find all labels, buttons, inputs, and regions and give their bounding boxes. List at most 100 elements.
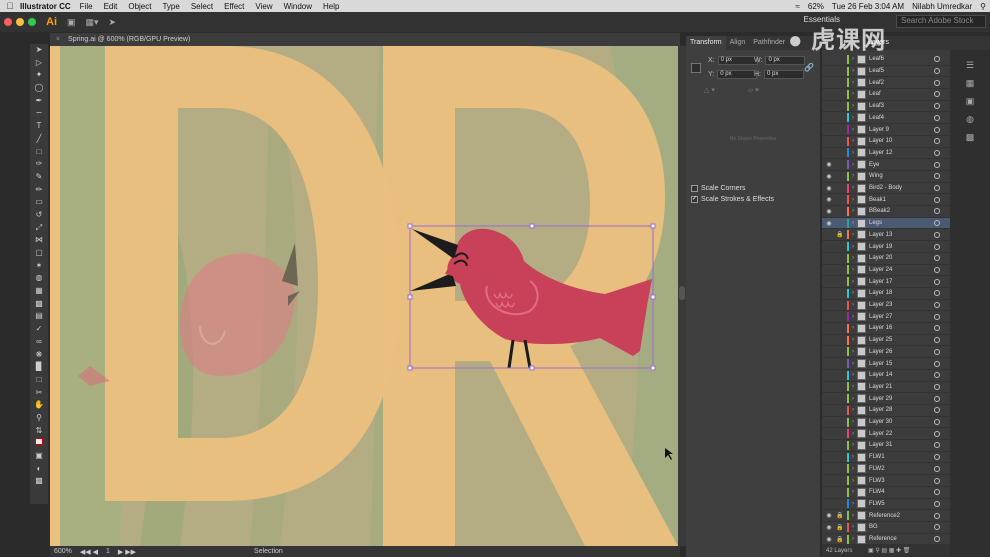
expand-arrow-icon[interactable]: › — [849, 150, 857, 156]
layer-row[interactable]: › Layer 25 — [822, 335, 950, 347]
expand-arrow-icon[interactable]: › — [849, 431, 857, 437]
shape-builder-tool-icon[interactable]: ◍ — [30, 272, 48, 285]
target-circle-icon[interactable] — [934, 383, 940, 390]
zoom-window-button[interactable] — [28, 18, 36, 26]
minimize-window-button[interactable] — [16, 18, 24, 26]
layer-name[interactable]: BBeak2 — [869, 208, 890, 214]
layer-name[interactable]: Layer 31 — [869, 442, 892, 448]
puppet-warp-tool-icon[interactable]: ✶ — [30, 260, 48, 273]
layer-name[interactable]: Layer 20 — [869, 255, 892, 261]
target-circle-icon[interactable] — [934, 243, 940, 250]
visibility-eye-icon[interactable]: ◉ — [822, 536, 836, 543]
layer-row[interactable]: › Layer 18 — [822, 288, 950, 300]
layer-row[interactable]: › Layer 10 — [822, 136, 950, 148]
layer-row[interactable]: › Leaf3 — [822, 101, 950, 113]
layer-name[interactable]: Layer 16 — [869, 325, 892, 331]
expand-arrow-icon[interactable]: › — [849, 127, 857, 133]
swap-fill-stroke-icon[interactable]: ⇅ — [30, 425, 48, 438]
target-circle-icon[interactable] — [934, 477, 940, 484]
expand-arrow-icon[interactable]: › — [849, 138, 857, 144]
layer-row[interactable]: › Leaf4 — [822, 113, 950, 125]
expand-arrow-icon[interactable]: › — [849, 372, 857, 378]
document-tab[interactable]: × Spring.ai @ 600% (RGB/GPU Preview) — [50, 33, 680, 46]
layer-row[interactable]: › Leaf6 — [822, 54, 950, 66]
layer-name[interactable]: Layer 15 — [869, 361, 892, 367]
scrollbar-thumb[interactable] — [679, 286, 685, 300]
layer-name[interactable]: Reference2 — [869, 513, 900, 519]
layer-name[interactable]: Layer 9 — [869, 127, 889, 133]
battery-percent[interactable]: 62% — [808, 2, 824, 11]
expand-arrow-icon[interactable]: › — [849, 325, 857, 331]
layer-name[interactable]: Layer 22 — [869, 431, 892, 437]
menu-select[interactable]: Select — [191, 2, 213, 11]
gradient-tool-icon[interactable]: ▤ — [30, 310, 48, 323]
layer-name[interactable]: Reference — [869, 536, 897, 542]
layer-name[interactable]: Layer 23 — [869, 302, 892, 308]
layer-row[interactable]: › FLW3 — [822, 475, 950, 487]
layer-row[interactable]: › Layer 15 — [822, 358, 950, 370]
target-circle-icon[interactable] — [934, 419, 940, 426]
shaper-tool-icon[interactable]: ✎ — [30, 171, 48, 184]
checkbox-unchecked[interactable] — [691, 185, 698, 192]
layer-row[interactable]: › Layer 27 — [822, 311, 950, 324]
visibility-eye-icon[interactable]: ◉ — [822, 208, 836, 215]
layer-name[interactable]: Layer 17 — [869, 279, 892, 285]
layer-name[interactable]: Layer 27 — [869, 314, 892, 320]
tab-pathfinder[interactable]: Pathfinder — [749, 36, 789, 50]
target-circle-icon[interactable] — [934, 454, 940, 461]
expand-arrow-icon[interactable]: › — [849, 173, 857, 179]
line-tool-icon[interactable]: ╱ — [30, 133, 48, 146]
layer-row[interactable]: › Layer 26 — [822, 347, 950, 359]
layer-row[interactable]: › Layer 21 — [822, 382, 950, 394]
color-mode-icon[interactable]: ▣ — [30, 450, 48, 463]
target-circle-icon[interactable] — [934, 161, 940, 168]
width-tool-icon[interactable]: ⋈ — [30, 234, 48, 247]
target-circle-icon[interactable] — [934, 348, 940, 355]
lock-icon[interactable]: 🔒 — [836, 512, 844, 519]
layer-name[interactable]: Leaf2 — [869, 80, 884, 86]
target-circle-icon[interactable] — [934, 185, 940, 192]
layer-name[interactable]: Leaf6 — [869, 56, 884, 62]
magic-wand-tool-icon[interactable]: ✦ — [30, 69, 48, 82]
expand-arrow-icon[interactable]: › — [849, 442, 857, 448]
menu-edit[interactable]: Edit — [104, 2, 118, 11]
expand-arrow-icon[interactable]: › — [849, 314, 857, 320]
layer-name[interactable]: Layer 26 — [869, 349, 892, 355]
layer-name[interactable]: Leaf — [869, 91, 881, 97]
tab-transform[interactable]: Transform — [686, 36, 726, 50]
expand-arrow-icon[interactable]: › — [849, 478, 857, 484]
target-circle-icon[interactable] — [934, 407, 940, 414]
layer-name[interactable]: Layer 19 — [869, 244, 892, 250]
apple-icon[interactable]:  — [0, 1, 20, 11]
scale-strokes-checkbox[interactable]: ✓ Scale Strokes & Effects — [691, 196, 774, 203]
y-field[interactable]: 0 px — [717, 70, 758, 79]
expand-arrow-icon[interactable]: › — [849, 466, 857, 472]
layer-row[interactable]: › Layer 30 — [822, 417, 950, 429]
layer-row[interactable]: › Layer 9 — [822, 124, 950, 136]
target-circle-icon[interactable] — [934, 536, 940, 543]
layer-row[interactable]: › Leaf2 — [822, 77, 950, 90]
target-circle-icon[interactable] — [934, 524, 940, 531]
layer-name[interactable]: Layer 12 — [869, 150, 892, 156]
lock-icon[interactable]: 🔒 — [836, 524, 844, 531]
close-tab-icon[interactable]: × — [56, 36, 60, 43]
target-circle-icon[interactable] — [934, 395, 940, 402]
draw-mode-icon[interactable]: ◐ — [30, 463, 48, 476]
paintbrush-tool-icon[interactable]: ✑ — [30, 158, 48, 171]
visibility-eye-icon[interactable]: ◉ — [822, 196, 836, 203]
layer-row[interactable]: › Layer 16 — [822, 323, 950, 335]
menu-window[interactable]: Window — [284, 2, 312, 11]
expand-arrow-icon[interactable]: › — [849, 267, 857, 273]
layer-row[interactable]: ◉ › Wing — [822, 171, 950, 183]
layer-name[interactable]: FLW1 — [869, 454, 885, 460]
target-circle-icon[interactable] — [934, 220, 940, 227]
pencil-tool-icon[interactable]: ✏ — [30, 184, 48, 197]
artboard-canvas[interactable] — [50, 46, 678, 546]
scale-tool-icon[interactable]: ⤢ — [30, 222, 48, 235]
layer-row[interactable]: › FLW1 — [822, 452, 950, 464]
layer-name[interactable]: Layer 28 — [869, 407, 892, 413]
menu-view[interactable]: View — [255, 2, 272, 11]
layer-row[interactable]: 🔒 › Layer 13 — [822, 230, 950, 242]
target-circle-icon[interactable] — [934, 103, 940, 110]
layer-row[interactable]: › FLW5 — [822, 499, 950, 511]
